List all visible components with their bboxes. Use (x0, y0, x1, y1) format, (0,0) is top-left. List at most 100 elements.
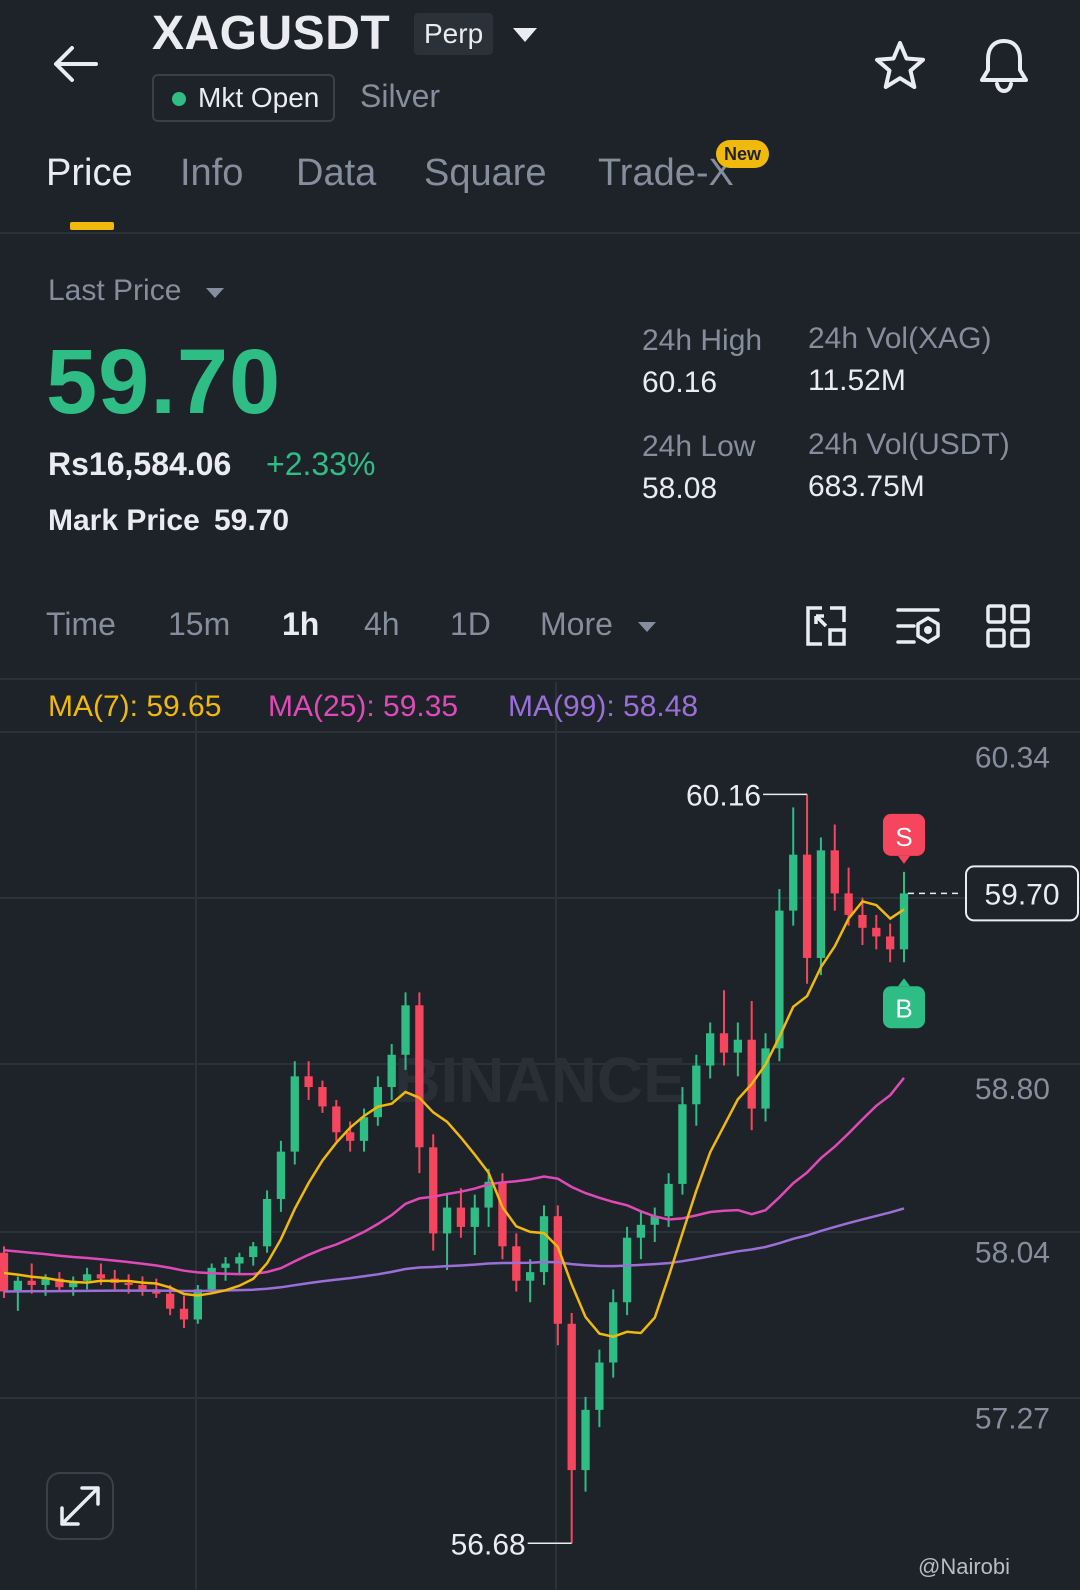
y-axis-tick-label: 58.80 (975, 1073, 1050, 1106)
fullscreen-button[interactable] (46, 1472, 114, 1540)
candle-body (166, 1293, 175, 1309)
expand-arrows-icon (60, 1486, 100, 1526)
candle-body (304, 1076, 313, 1088)
high-24h-value: 60.16 (642, 366, 718, 399)
candle-body (138, 1285, 147, 1290)
candle-body (415, 1005, 424, 1148)
price-change-percent: +2.33% (266, 446, 376, 482)
period-high-label: 60.16 (686, 779, 761, 812)
candle-body (664, 1183, 673, 1217)
main-tabs: Price Info Data Square Trade-X New (0, 140, 1080, 234)
price-type-caret-icon[interactable] (204, 286, 226, 300)
ma25-legend: MA(25): 59.35 (268, 690, 459, 723)
symbol-title[interactable]: XAGUSDT (152, 6, 390, 61)
tab-trade-x[interactable]: Trade-X (598, 152, 734, 195)
candle-body (595, 1362, 604, 1410)
interval-1d[interactable]: 1D (450, 606, 491, 643)
candle-body (802, 854, 812, 958)
low-24h-label: 24h Low (642, 430, 756, 463)
candle-body (373, 1087, 382, 1118)
layout-grid-icon[interactable] (984, 602, 1032, 650)
favorite-star-icon[interactable] (872, 38, 928, 94)
candle-body (442, 1207, 452, 1234)
candle-body (82, 1274, 92, 1281)
market-status-text: Mkt Open (198, 82, 320, 113)
ma7-line (3, 899, 905, 1338)
more-caret-icon[interactable] (636, 620, 658, 634)
sell-marker-pointer (898, 855, 910, 864)
candle-body (401, 1005, 410, 1055)
interval-time[interactable]: Time (46, 606, 116, 643)
fiat-price: Rs16,584.06 (48, 446, 232, 482)
candle-body (332, 1106, 341, 1133)
candle-body (498, 1181, 507, 1247)
candle-body (636, 1224, 646, 1238)
candle-body (706, 1033, 715, 1066)
candle-body (899, 893, 909, 950)
candle-body (747, 1039, 756, 1109)
chart-settings-icon[interactable] (802, 602, 850, 650)
last-price-selector[interactable]: Last Price (48, 274, 181, 308)
low-24h-value: 58.08 (642, 472, 718, 505)
candle-body (622, 1237, 632, 1303)
mark-price-label: Mark Price (48, 504, 200, 537)
interval-15m[interactable]: 15m (168, 606, 230, 643)
candle-body (567, 1323, 576, 1471)
price-summary: Last Price 59.70 Rs16,584.06 +2.33% Mark… (0, 260, 1080, 560)
candle-body (692, 1065, 701, 1105)
ma99-legend: MA(99): 58.48 (508, 690, 699, 723)
candle-body (830, 850, 839, 894)
app-header: XAGUSDT Perp Mkt Open Silver (0, 0, 1080, 130)
candlestick-chart[interactable]: BINANCE 60.34 58.80 58.04 57.27 60.16 56.68 59.… (0, 682, 1080, 1590)
ma99-line (3, 1207, 905, 1293)
current-price-label: 59.70 (984, 878, 1059, 911)
candle-body (733, 1039, 742, 1053)
candle-body (719, 1033, 729, 1053)
credit-text: @Nairobi (918, 1554, 1011, 1579)
status-dot-icon (172, 92, 186, 106)
candle-body (96, 1274, 106, 1279)
buy-marker-pointer (898, 978, 910, 987)
notification-bell-icon[interactable] (976, 36, 1032, 94)
last-price-value: 59.70 (46, 331, 282, 433)
candle-body (678, 1104, 687, 1184)
tab-info[interactable]: Info (180, 152, 243, 195)
sell-marker-label: S (895, 822, 912, 852)
interval-4h[interactable]: 4h (364, 606, 400, 643)
tab-square[interactable]: Square (424, 152, 547, 195)
ma7-legend: MA(7): 59.65 (48, 690, 222, 723)
candle-body (387, 1054, 396, 1088)
y-axis-tick-label: 57.27 (975, 1402, 1050, 1435)
candle-body (235, 1257, 244, 1264)
y-axis-tick-label: 58.04 (975, 1237, 1050, 1270)
candle-body (526, 1272, 535, 1281)
tab-data[interactable]: Data (296, 152, 376, 195)
asset-name: Silver (360, 78, 441, 114)
binance-watermark: BINANCE (394, 1044, 686, 1116)
indicator-settings-icon[interactable] (894, 602, 942, 650)
back-arrow-icon[interactable] (48, 40, 104, 88)
candle-body (27, 1280, 36, 1286)
vol-quote-24h-value: 683.75M (808, 470, 925, 503)
candle-body (858, 914, 867, 928)
candle-body (844, 893, 853, 915)
candle-body (470, 1207, 479, 1227)
vol-quote-24h-label: 24h Vol(USDT) (808, 428, 1010, 461)
new-badge: New (716, 140, 770, 168)
candle-body (872, 927, 881, 937)
candle-body (816, 850, 826, 958)
candle-body (359, 1117, 369, 1141)
candle-body (207, 1267, 216, 1290)
interval-1h[interactable]: 1h (282, 606, 319, 643)
interval-more[interactable]: More (540, 606, 613, 643)
chart-canvas[interactable]: BINANCE 60.34 58.80 58.04 57.27 60.16 56.68 59.… (0, 682, 1080, 1590)
candle-body (553, 1216, 562, 1324)
active-tab-indicator (70, 222, 114, 230)
candle-body (290, 1076, 299, 1152)
mark-price-value: 59.70 (214, 504, 290, 537)
candle-body (124, 1282, 133, 1286)
y-axis-tick-label: 60.34 (975, 742, 1050, 775)
tab-price[interactable]: Price (46, 152, 133, 195)
symbol-dropdown-icon[interactable] (510, 24, 540, 46)
high-24h-label: 24h High (642, 324, 763, 357)
